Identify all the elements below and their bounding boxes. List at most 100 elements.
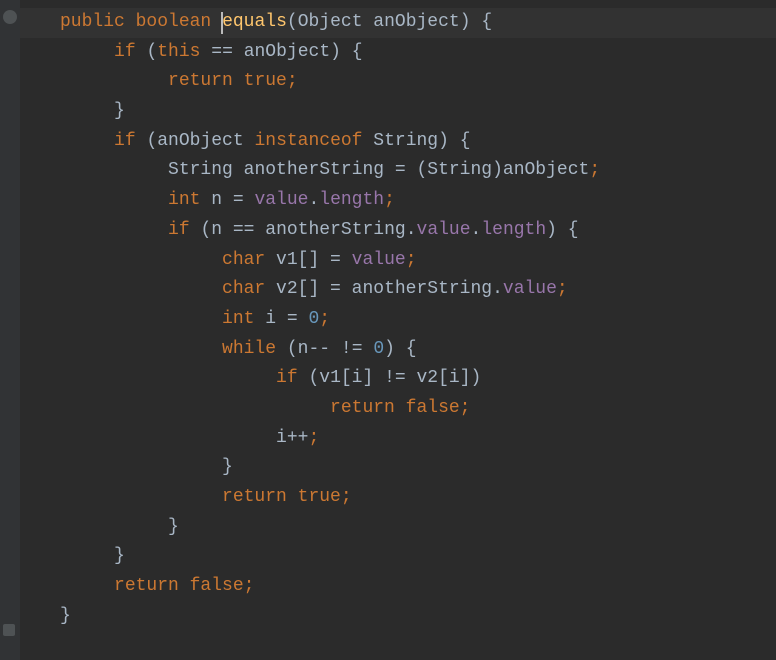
- token-ident: .: [308, 190, 319, 210]
- token-kw: int: [168, 190, 200, 210]
- token-kw: if: [276, 368, 298, 388]
- token-ident: String: [363, 131, 439, 151]
- token-field: value: [254, 190, 308, 210]
- token-num: 0: [373, 339, 384, 359]
- token-paren: (: [308, 368, 319, 388]
- indent: [60, 220, 168, 240]
- token-kw: return true: [222, 487, 341, 507]
- token-paren: {: [568, 220, 579, 240]
- token-paren: ): [546, 220, 557, 240]
- token-num: 0: [308, 309, 319, 329]
- token-semicolon: ;: [308, 428, 319, 448]
- token-ident: i =: [254, 309, 308, 329]
- indent: [60, 398, 330, 418]
- token-paren: }: [222, 457, 233, 477]
- text-cursor: [221, 12, 223, 34]
- token-paren: (: [287, 339, 298, 359]
- token-kw: instanceof: [254, 131, 362, 151]
- token-kw: int: [222, 309, 254, 329]
- token-semicolon: ;: [460, 398, 471, 418]
- code-line[interactable]: char v2[] = anotherString.value;: [60, 275, 776, 305]
- indent: [60, 487, 222, 507]
- token-field: value: [352, 250, 406, 270]
- code-line[interactable]: if (this == anObject) {: [60, 38, 776, 68]
- indent: [60, 279, 222, 299]
- token-semicolon: ;: [589, 160, 600, 180]
- indent: [60, 576, 114, 596]
- indent: [60, 101, 114, 121]
- code-line[interactable]: return true;: [60, 67, 776, 97]
- token-kw: char: [222, 250, 265, 270]
- token-semicolon: ;: [244, 576, 255, 596]
- token-ident: anObject: [244, 42, 330, 62]
- token-paren: }: [168, 517, 179, 537]
- indent: [60, 250, 222, 270]
- token-op: ==: [211, 42, 233, 62]
- token-semicolon: ;: [319, 309, 330, 329]
- token-paren: (: [287, 12, 298, 32]
- token-semicolon: ;: [406, 250, 417, 270]
- token-paren: (: [200, 220, 211, 240]
- code-line[interactable]: String anotherString = (String)anObject;: [60, 156, 776, 186]
- indent: [60, 517, 168, 537]
- indent: [60, 42, 114, 62]
- indent: [60, 190, 168, 210]
- code-line[interactable]: }: [60, 453, 776, 483]
- indent: [60, 457, 222, 477]
- indent: [60, 339, 222, 359]
- token-kw: boolean: [136, 12, 212, 32]
- token-ident: String anotherString = (String)anObject: [168, 160, 589, 180]
- code-line[interactable]: int n = value.length;: [60, 186, 776, 216]
- token-semicolon: ;: [557, 279, 568, 299]
- indent: [60, 546, 114, 566]
- token-ident: n =: [200, 190, 254, 210]
- token-ident: n--: [298, 339, 341, 359]
- code-line[interactable]: public boolean equals(Object anObject) {: [60, 8, 776, 38]
- code-line[interactable]: char v1[] = value;: [60, 246, 776, 276]
- token-op: !=: [384, 368, 406, 388]
- code-line[interactable]: return false;: [60, 394, 776, 424]
- code-line[interactable]: while (n-- != 0) {: [60, 335, 776, 365]
- token-ident: anotherString.: [254, 220, 416, 240]
- token-field: length: [319, 190, 384, 210]
- token-paren: }: [114, 101, 125, 121]
- token-kw: if: [114, 42, 136, 62]
- code-line[interactable]: }: [60, 602, 776, 632]
- code-line[interactable]: }: [60, 542, 776, 572]
- code-line[interactable]: i++;: [60, 424, 776, 454]
- token-kw: char: [222, 279, 265, 299]
- token-ident: i++: [276, 428, 308, 448]
- token-semicolon: ;: [287, 71, 298, 91]
- token-op: ==: [233, 220, 255, 240]
- code-line[interactable]: int i = 0;: [60, 305, 776, 335]
- indent: [60, 428, 276, 448]
- code-line[interactable]: }: [60, 97, 776, 127]
- token-field: value: [503, 279, 557, 299]
- token-paren: ): [330, 42, 341, 62]
- code-editor[interactable]: public boolean equals(Object anObject) {…: [0, 8, 776, 631]
- code-line[interactable]: if (v1[i] != v2[i]): [60, 364, 776, 394]
- token-this: this: [157, 42, 200, 62]
- token-field: length: [481, 220, 546, 240]
- code-line[interactable]: }: [60, 513, 776, 543]
- token-paren: ): [438, 131, 449, 151]
- token-op: !=: [341, 339, 363, 359]
- code-line[interactable]: if (anObject instanceof String) {: [60, 127, 776, 157]
- code-line[interactable]: if (n == anotherString.value.length) {: [60, 216, 776, 246]
- token-ident: .: [471, 220, 482, 240]
- token-method-decl: equals: [222, 12, 287, 32]
- indent: [60, 131, 114, 151]
- token-ident: v2[] = anotherString.: [265, 279, 503, 299]
- token-paren: }: [60, 606, 71, 626]
- token-ident: n: [211, 220, 233, 240]
- token-semicolon: ;: [384, 190, 395, 210]
- token-kw: if: [168, 220, 190, 240]
- indent: [60, 160, 168, 180]
- token-semicolon: ;: [341, 487, 352, 507]
- token-ident: anObject: [157, 131, 254, 151]
- token-paren: {: [481, 12, 492, 32]
- indent: [60, 71, 168, 91]
- token-paren: ): [460, 12, 471, 32]
- code-line[interactable]: return false;: [60, 572, 776, 602]
- code-line[interactable]: return true;: [60, 483, 776, 513]
